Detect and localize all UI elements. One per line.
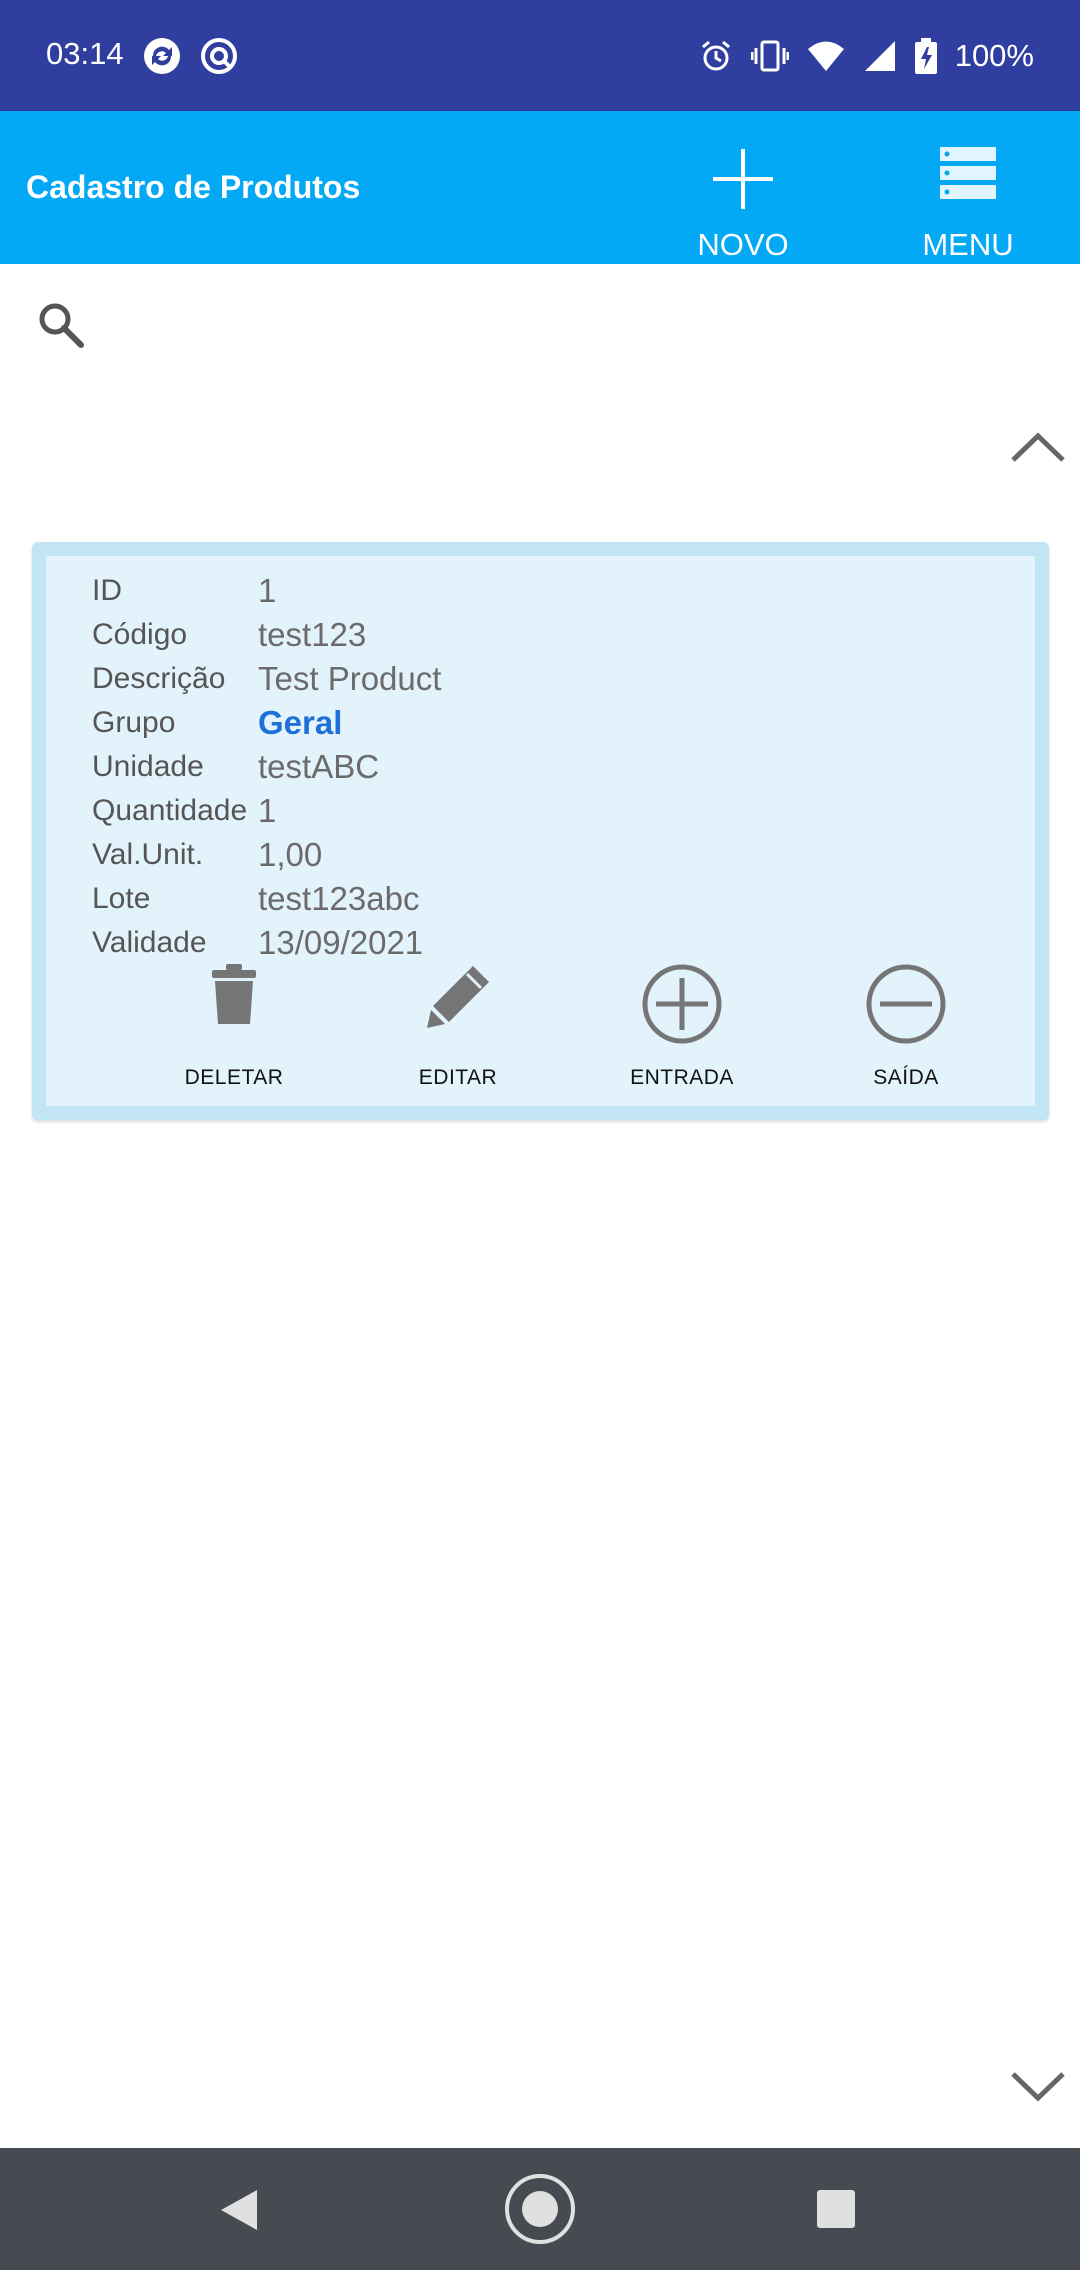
signal-icon	[864, 41, 895, 71]
saida-button[interactable]: SAÍDA	[816, 964, 996, 1089]
novo-label: NOVO	[697, 227, 789, 262]
plus-icon	[713, 149, 773, 209]
status-bar: 03:14 100%	[0, 0, 1080, 111]
menu-label: MENU	[922, 227, 1014, 262]
entrada-label: ENTRADA	[630, 1066, 734, 1089]
app-bar: Cadastro de Produtos NOVO MENU	[0, 111, 1080, 264]
field-value: Test Product	[258, 660, 442, 697]
battery-percent: 100%	[954, 38, 1034, 73]
field-label: Quantidade	[92, 794, 248, 827]
field-label: Descrição	[92, 662, 226, 695]
field-value: test123abc	[258, 880, 420, 917]
novo-button[interactable]: NOVO	[658, 133, 828, 262]
field-value: testABC	[258, 748, 380, 785]
pencil-icon	[427, 966, 489, 1028]
system-nav-bar	[0, 2148, 1080, 2270]
status-icons: 100%	[699, 36, 1034, 76]
field-label: Validade	[92, 926, 207, 959]
field-label: Unidade	[92, 750, 204, 783]
battery-charging-icon	[914, 38, 937, 74]
sync-app-icon	[144, 38, 180, 74]
product-card: ID 1 Código test123 Descrição Test Produ…	[32, 542, 1049, 1120]
saida-label: SAÍDA	[873, 1066, 939, 1089]
menu-button[interactable]: MENU	[883, 133, 1053, 262]
field-label: Código	[92, 618, 188, 651]
field-label: Val.Unit.	[92, 838, 204, 871]
field-value: 1,00	[258, 836, 323, 873]
search-icon[interactable]	[36, 300, 86, 350]
vibrate-icon	[750, 40, 789, 72]
trash-icon	[212, 964, 256, 1024]
editar-button[interactable]: EDITAR	[368, 964, 548, 1089]
recent-apps-icon[interactable]	[817, 2190, 855, 2228]
editar-label: EDITAR	[418, 1066, 498, 1089]
menu-list-icon	[940, 147, 996, 199]
home-icon[interactable]	[504, 2173, 576, 2245]
field-value: 1	[258, 792, 277, 829]
wifi-icon	[807, 41, 844, 71]
vpn-app-icon	[201, 38, 237, 74]
field-value: 1	[258, 572, 277, 609]
field-value: test123	[258, 616, 367, 653]
plus-circle-icon	[642, 964, 722, 1044]
field-label: Lote	[92, 882, 151, 915]
page-title: Cadastro de Produtos	[26, 169, 361, 205]
chevron-up-icon[interactable]	[1010, 430, 1066, 464]
field-label: Grupo	[92, 706, 176, 739]
deletar-label: DELETAR	[184, 1066, 284, 1089]
entrada-button[interactable]: ENTRADA	[592, 964, 772, 1089]
group-link[interactable]: Geral	[258, 704, 342, 742]
minus-circle-icon	[866, 964, 946, 1044]
chevron-down-icon[interactable]	[1010, 2070, 1066, 2104]
product-card-body: ID 1 Código test123 Descrição Test Produ…	[46, 556, 1035, 1106]
field-label: ID	[92, 574, 122, 607]
back-icon[interactable]	[219, 2188, 259, 2232]
field-value: 13/09/2021	[258, 924, 424, 961]
status-time: 03:14	[46, 36, 124, 71]
deletar-button[interactable]: DELETAR	[144, 964, 324, 1089]
alarm-icon	[701, 40, 730, 71]
